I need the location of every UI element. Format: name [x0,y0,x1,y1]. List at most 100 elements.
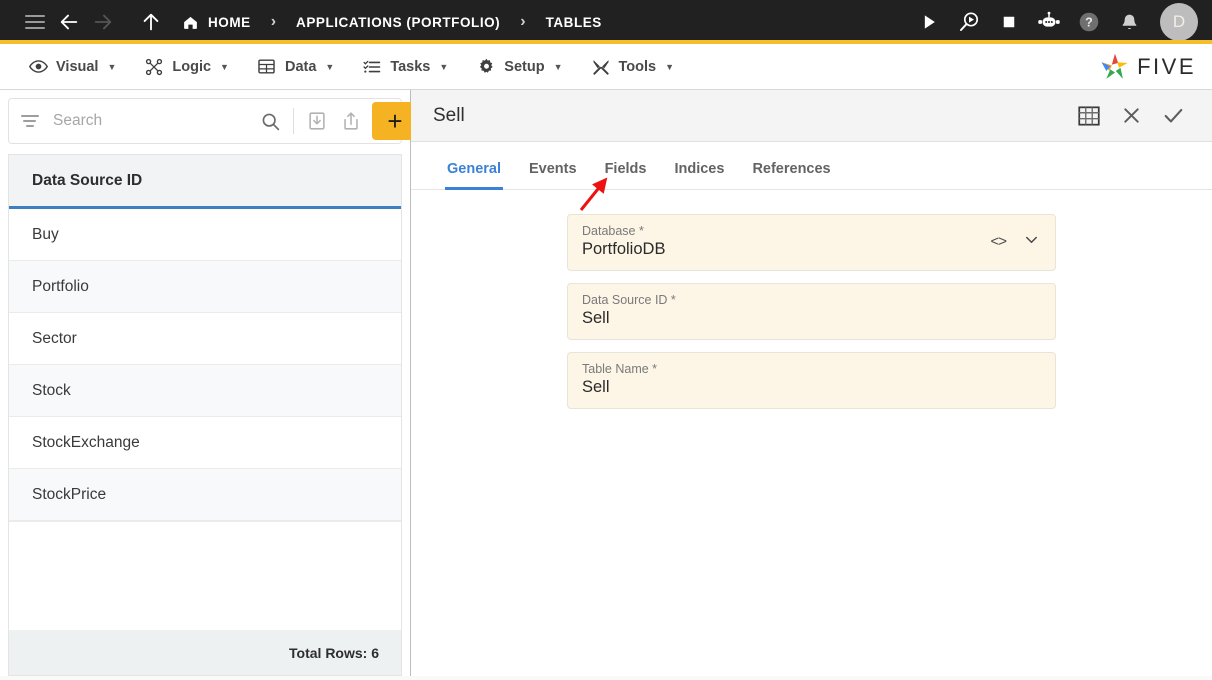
code-brackets-icon[interactable]: <> [990,233,1007,250]
notifications-button[interactable] [1112,5,1146,39]
check-icon [1164,108,1182,123]
export-button[interactable] [334,104,368,138]
tab-label-references: References [752,161,831,177]
tab-events[interactable]: Events [515,161,591,189]
search-bar: + [8,98,418,144]
database-field-label: Database * [582,224,644,238]
table-name-field-label: Table Name * [582,362,658,376]
data-source-id-field-value: Sell [582,309,610,327]
search-button[interactable] [253,104,287,138]
application-menu-bar: Visual ▼ Logic ▼ Data ▼ Tasks ▼ Setup ▼ … [0,44,1212,90]
data-source-list-pane: + Data Source ID Buy Portfolio Sector St… [0,90,418,676]
close-button[interactable] [1110,95,1152,137]
total-rows-label: Total Rows: 6 [289,644,379,661]
tab-indices[interactable]: Indices [660,161,738,189]
breadcrumb: HOME › APPLICATIONS (PORTFOLIO) › TABLES [182,13,602,31]
chevron-down-icon: ▼ [665,61,675,72]
general-form: Database * PortfolioDB <> Data Source ID… [411,190,1212,676]
menu-item-setup[interactable]: Setup ▼ [462,44,576,89]
table-name-field-value: Sell [582,378,610,396]
close-x-icon [1123,108,1139,123]
run-button[interactable] [912,5,946,39]
menu-item-visual[interactable]: Visual ▼ [14,44,130,89]
table-grid-icon [257,57,277,77]
import-button[interactable] [300,104,334,138]
forward-button[interactable] [86,5,120,39]
chevron-down-icon: ▼ [439,61,449,72]
home-icon [184,16,197,29]
tab-label-indices: Indices [674,161,725,177]
export-share-icon [344,112,358,130]
search-input[interactable] [39,112,253,130]
magnifier-play-icon [960,12,979,31]
menu-label-visual: Visual [56,58,99,75]
breadcrumb-label-tables: TABLES [545,14,602,30]
help-button[interactable]: ? [1072,5,1106,39]
arrow-up-icon [143,13,159,31]
data-source-id-field-inner: Data Source ID * Sell [582,293,1041,328]
five-logo-text: FIVE [1137,53,1196,79]
breadcrumb-label-applications: APPLICATIONS (PORTFOLIO) [296,14,501,30]
data-source-id-field-label: Data Source ID * [582,293,676,307]
breadcrumb-label-home: HOME [208,14,251,30]
breadcrumb-item-tables[interactable]: TABLES [546,15,602,30]
avatar[interactable]: D [1160,3,1198,41]
save-button[interactable] [1152,95,1194,137]
tools-icon [591,57,611,77]
grid-view-button[interactable] [1068,95,1110,137]
chevron-down-icon: ▼ [553,61,563,72]
menu-label-tasks: Tasks [390,58,431,75]
table-column-header[interactable]: Data Source ID [9,155,401,209]
tab-references[interactable]: References [738,161,844,189]
arrow-forward-icon [94,14,112,30]
table-row[interactable]: Buy [9,209,401,261]
table-name-field[interactable]: Table Name * Sell [567,352,1056,409]
table-row[interactable]: StockExchange [9,417,401,469]
detail-tabs: General Events Fields Indices References [411,142,1212,190]
breadcrumb-item-home[interactable]: HOME [182,14,251,31]
data-source-table: Data Source ID Buy Portfolio Sector Stoc… [8,154,402,630]
detail-pane: Sell General Events Fields Indices Refer… [411,90,1212,676]
chevron-down-icon: ▼ [220,61,229,72]
play-icon [924,15,935,29]
stop-button[interactable] [992,5,1026,39]
table-row[interactable]: Portfolio [9,261,401,313]
hamburger-menu-button[interactable] [18,5,52,39]
tab-fields[interactable]: Fields [591,161,661,189]
debug-button[interactable] [952,5,986,39]
chevron-down-icon: ▼ [107,61,117,72]
hamburger-icon [25,15,45,29]
bell-icon [1122,14,1136,29]
data-source-id-field[interactable]: Data Source ID * Sell [567,283,1056,340]
table-row[interactable]: Sector [9,313,401,365]
table-row[interactable]: StockPrice [9,469,401,521]
import-download-icon [309,112,325,130]
database-field[interactable]: Database * PortfolioDB <> [567,214,1056,271]
avatar-initial: D [1172,12,1186,31]
page-title: Sell [433,104,465,126]
row-label: Stock [32,381,71,399]
menu-item-tasks[interactable]: Tasks ▼ [348,44,462,89]
nodes-icon [144,57,164,77]
row-label: Portfolio [32,277,89,295]
stop-square-icon [1003,16,1015,28]
tab-label-events: Events [529,161,577,177]
topbar-actions: ? D [912,3,1198,41]
filter-icon[interactable] [21,115,39,127]
up-button[interactable] [134,5,168,39]
column-header-label: Data Source ID [32,171,143,189]
table-row[interactable]: Stock [9,365,401,417]
menu-item-logic[interactable]: Logic ▼ [130,44,243,89]
menu-item-data[interactable]: Data ▼ [243,44,348,89]
row-label: Sector [32,329,77,347]
detail-header: Sell [411,90,1212,142]
five-pinwheel-icon [1101,53,1128,79]
menu-item-tools[interactable]: Tools ▼ [577,44,689,89]
chevron-down-icon[interactable] [1022,230,1041,254]
checklist-icon [362,57,382,77]
chatbot-button[interactable] [1032,5,1066,39]
back-button[interactable] [52,5,86,39]
breadcrumb-item-applications[interactable]: APPLICATIONS (PORTFOLIO) [296,15,500,30]
database-field-value: PortfolioDB [582,240,666,258]
tab-general[interactable]: General [433,161,515,190]
